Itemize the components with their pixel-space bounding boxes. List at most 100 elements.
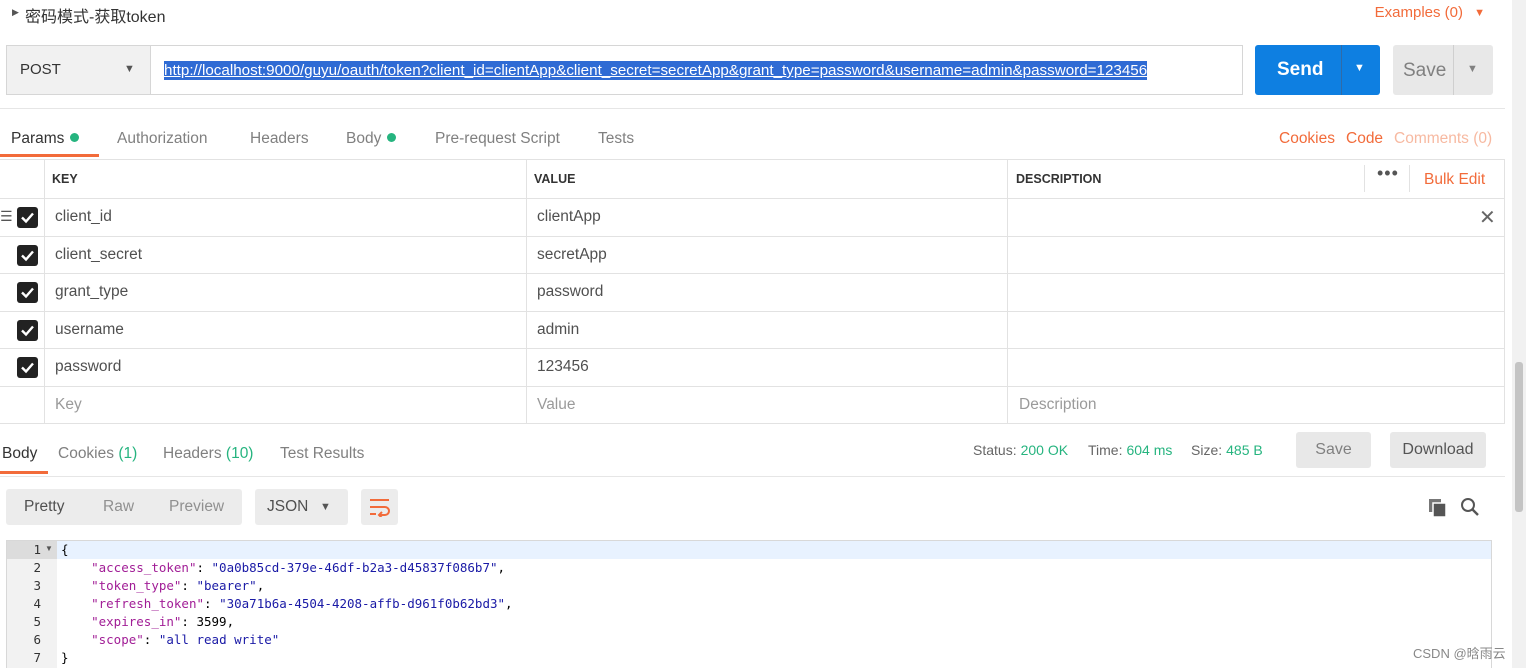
code-link[interactable]: Code — [1346, 130, 1383, 148]
send-button[interactable]: Send ▼ — [1255, 45, 1380, 95]
tab-params[interactable]: Params — [11, 130, 80, 148]
line-number: 4 — [33, 596, 41, 611]
tab-prerequest-script[interactable]: Pre-request Script — [435, 130, 560, 148]
param-value[interactable]: 123456 — [537, 358, 589, 376]
divider — [0, 159, 1505, 160]
code-line: "expires_in": 3599, — [91, 614, 235, 629]
tab-body[interactable]: Body — [346, 130, 397, 148]
param-key[interactable]: client_secret — [55, 246, 142, 264]
new-key-input[interactable]: Key — [55, 396, 82, 414]
active-tab-indicator — [0, 471, 48, 474]
save-options-chevron-icon[interactable]: ▼ — [1467, 63, 1478, 75]
chevron-down-icon[interactable]: ▼ — [1474, 7, 1485, 19]
param-value[interactable]: admin — [537, 321, 579, 339]
json-key: "access_token" — [91, 560, 197, 575]
count-badge: (1) — [118, 445, 138, 462]
url-input[interactable]: http://localhost:9000/guyu/oauth/token?c… — [164, 61, 1148, 80]
download-button[interactable]: Download — [1390, 432, 1486, 468]
count-badge: (10) — [225, 445, 254, 462]
code-line: } — [61, 650, 69, 665]
format-select[interactable]: JSON ▼ — [255, 489, 348, 525]
view-preview[interactable]: Preview — [169, 498, 224, 516]
search-icon[interactable] — [1460, 497, 1480, 517]
param-value[interactable]: password — [537, 283, 603, 301]
param-key[interactable]: grant_type — [55, 283, 128, 301]
code-line: "access_token": "0a0b85cd-379e-46df-b2a3… — [91, 560, 506, 575]
code-line: { — [61, 542, 69, 557]
status-dot-icon — [70, 133, 80, 142]
row-checkbox[interactable] — [17, 207, 38, 228]
line-number: 2 — [33, 560, 41, 575]
row-checkbox[interactable] — [17, 320, 38, 341]
send-options-chevron-icon[interactable]: ▼ — [1354, 62, 1365, 74]
tab-label: Cookies — [58, 445, 114, 462]
code-line: "token_type": "bearer", — [91, 578, 265, 593]
line-number: 6 — [33, 632, 41, 647]
tab-label: Params — [11, 130, 65, 147]
scrollbar-thumb[interactable] — [1515, 362, 1523, 512]
copy-icon[interactable] — [1428, 498, 1448, 518]
json-string: "0a0b85cd-379e-46df-b2a3-d45837f086b7" — [211, 560, 498, 575]
divider — [0, 348, 1505, 349]
row-checkbox[interactable] — [17, 282, 38, 303]
method-label: POST — [20, 61, 61, 78]
request-title[interactable]: 密码模式-获取token — [25, 3, 165, 27]
response-body-editor[interactable]: 1 ▼ 2 3 4 5 6 7 { "access_token": "0a0b8… — [6, 540, 1492, 668]
new-description-input[interactable]: Description — [1019, 396, 1097, 414]
json-brace: } — [61, 650, 69, 665]
more-options-icon[interactable]: ••• — [1377, 163, 1399, 184]
column-header-value: VALUE — [534, 172, 576, 186]
fold-arrow-icon[interactable]: ▼ — [45, 544, 53, 553]
tab-response-body[interactable]: Body — [2, 445, 37, 463]
comments-link[interactable]: Comments (0) — [1394, 130, 1492, 148]
divider — [0, 108, 1505, 109]
divider — [1409, 165, 1410, 192]
scrollbar-track[interactable] — [1512, 0, 1526, 668]
param-value[interactable]: secretApp — [537, 246, 607, 264]
close-icon[interactable]: ✕ — [1479, 205, 1496, 230]
row-checkbox[interactable] — [17, 245, 38, 266]
drag-handle-icon[interactable]: ☰ — [0, 208, 13, 225]
line-number: 7 — [33, 650, 41, 665]
active-tab-indicator — [0, 154, 99, 157]
url-bar: POST ▼ http://localhost:9000/guyu/oauth/… — [6, 45, 1243, 95]
new-value-input[interactable]: Value — [537, 396, 576, 414]
param-key[interactable]: password — [55, 358, 121, 376]
method-select[interactable]: POST ▼ — [7, 46, 151, 94]
row-checkbox[interactable] — [17, 357, 38, 378]
tab-authorization[interactable]: Authorization — [117, 130, 207, 148]
view-raw[interactable]: Raw — [103, 498, 134, 516]
param-key[interactable]: client_id — [55, 208, 112, 226]
tab-tests[interactable]: Tests — [598, 130, 634, 148]
cookies-link[interactable]: Cookies — [1279, 130, 1335, 148]
save-response-button[interactable]: Save — [1296, 432, 1371, 468]
tab-response-headers[interactable]: Headers (10) — [163, 445, 253, 463]
divider — [0, 273, 1505, 274]
watermark: CSDN @晗雨云 — [1413, 646, 1506, 661]
divider — [526, 159, 527, 424]
param-key[interactable]: username — [55, 321, 124, 339]
code-line: "scope": "all read write" — [91, 632, 280, 647]
collapse-caret-icon[interactable]: ▶ — [12, 7, 19, 18]
divider — [44, 159, 45, 424]
chevron-down-icon: ▼ — [320, 501, 331, 513]
examples-dropdown[interactable]: Examples (0) — [1375, 4, 1463, 21]
json-brace: { — [61, 542, 69, 557]
wrap-lines-button[interactable] — [361, 489, 398, 525]
param-value[interactable]: clientApp — [537, 208, 601, 226]
divider — [0, 476, 1505, 477]
json-string: "30a71b6a-4504-4208-affb-d961f0b62bd3" — [219, 596, 506, 611]
chevron-down-icon: ▼ — [124, 63, 135, 75]
save-label: Save — [1403, 60, 1447, 81]
tab-label: Body — [346, 130, 382, 147]
save-button[interactable]: Save ▼ — [1393, 45, 1493, 95]
column-header-description: DESCRIPTION — [1016, 172, 1102, 186]
tab-response-cookies[interactable]: Cookies (1) — [58, 445, 137, 463]
bulk-edit-link[interactable]: Bulk Edit — [1424, 171, 1485, 189]
status-value: 200 OK — [1020, 442, 1069, 458]
tab-headers[interactable]: Headers — [250, 130, 309, 148]
view-pretty[interactable]: Pretty — [24, 498, 64, 516]
divider — [1341, 45, 1342, 95]
tab-test-results[interactable]: Test Results — [280, 445, 364, 463]
status-stat: Status: 200 OK — [973, 442, 1068, 458]
